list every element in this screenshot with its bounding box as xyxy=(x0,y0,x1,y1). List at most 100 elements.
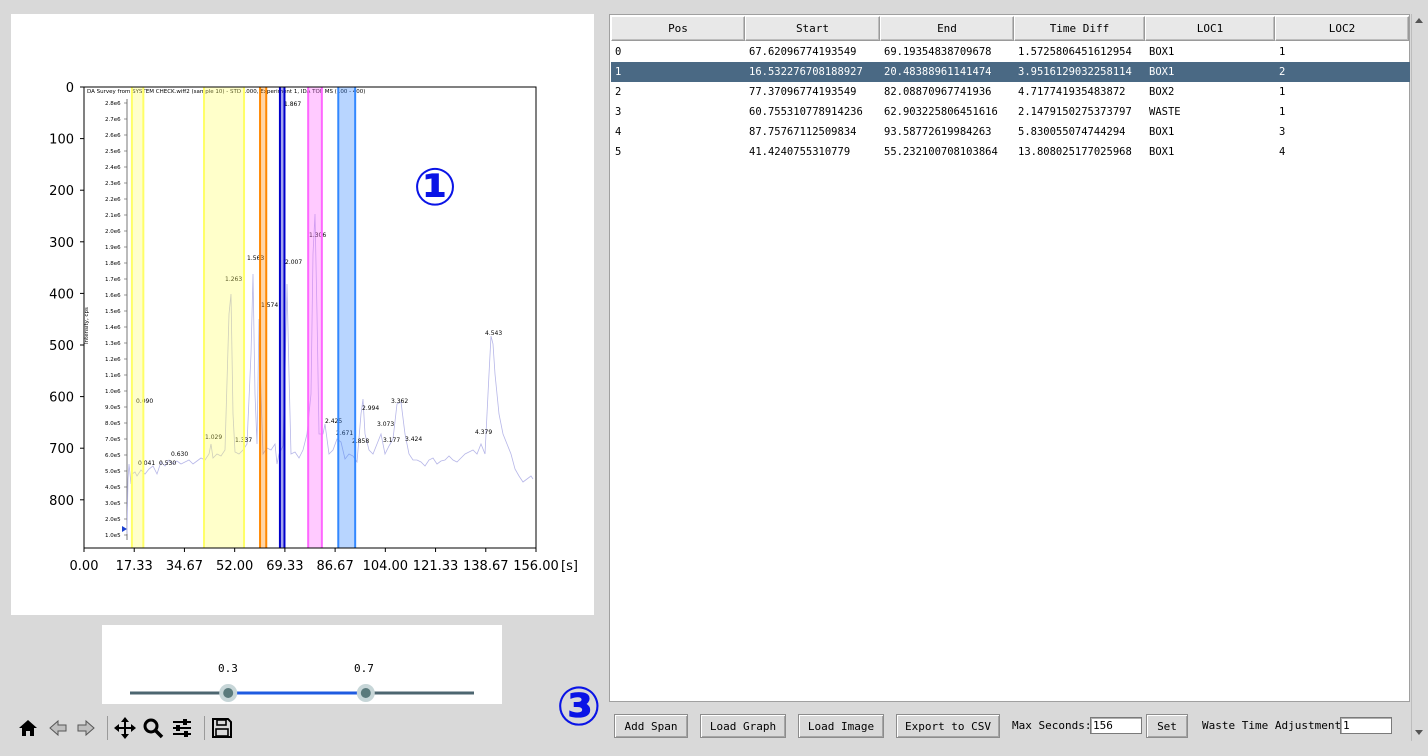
column-header-end[interactable]: End xyxy=(880,16,1014,41)
home-icon[interactable] xyxy=(14,712,42,744)
y-axis: 0 100 200 300 400 500 600 700 800 xyxy=(49,81,84,509)
table-row[interactable]: 0 67.62096774193549 69.19354838709678 1.572… xyxy=(611,42,1410,62)
table-row[interactable]: 1 16.532276708188927 20.48388961141474 3.95… xyxy=(611,62,1410,82)
table-cell-time-diff: 2.1479150275373797 xyxy=(1018,106,1132,118)
column-header-pos[interactable]: Pos xyxy=(611,16,745,41)
table-cell-loc2: 1 xyxy=(1279,46,1286,58)
peak-label: 0.530 xyxy=(159,460,176,467)
table-cell-loc1: BOX1 xyxy=(1149,146,1175,158)
range-slider[interactable] xyxy=(102,625,502,704)
table-row[interactable]: 4 87.75767112509834 93.58772619984263 5.830… xyxy=(611,122,1410,142)
image-ytick-label: 2.7e6 xyxy=(105,117,121,123)
range-slider-panel[interactable]: 0.3 0.7 xyxy=(102,625,502,704)
column-header-start[interactable]: Start xyxy=(745,16,880,41)
column-header-time-diff[interactable]: Time Diff xyxy=(1014,16,1145,41)
span-overlays xyxy=(130,87,357,548)
table-cell-end: 69.19354838709678 xyxy=(884,46,992,58)
x-tick-label: 0.00 xyxy=(70,559,99,574)
table-row[interactable]: 3 60.755310778914236 62.903225806451616 2.1… xyxy=(611,102,1410,122)
image-ytick-label: 2.0e6 xyxy=(105,229,121,235)
image-ytick-label: 1.1e6 xyxy=(105,373,121,379)
peak-label: 4.379 xyxy=(475,429,492,436)
y-tick-label: 800 xyxy=(49,494,74,509)
peak-label: 3.073 xyxy=(377,421,394,428)
table-cell-time-diff: 1.5725806451612954 xyxy=(1018,46,1132,58)
chromatogram-trace xyxy=(126,213,534,535)
image-ytick-label: 1.9e6 xyxy=(105,245,121,251)
image-ytick-label: 2.1e6 xyxy=(105,213,121,219)
image-ytick-label: 3.0e5 xyxy=(105,501,121,507)
table-cell-loc1: BOX1 xyxy=(1149,46,1175,58)
slider-low-handle-dot xyxy=(223,688,234,698)
table-cell-loc1: BOX2 xyxy=(1149,86,1175,98)
y-tick-label: 400 xyxy=(49,287,74,302)
plot-canvas[interactable]: DA Survey from SYSTEM CHECK.wiff2 (sampl… xyxy=(11,14,594,615)
y-tick-label: 300 xyxy=(49,236,74,251)
table-cell-pos: 3 xyxy=(615,106,622,118)
load-image-button[interactable]: Load Image xyxy=(798,714,884,738)
table-cell-start: 87.75767112509834 xyxy=(749,126,857,138)
table-cell-loc2: 2 xyxy=(1279,66,1286,78)
scroll-up-arrow-icon[interactable] xyxy=(1415,18,1423,23)
y-tick-label: 0 xyxy=(66,81,74,96)
waste-time-adjustment-label: Waste Time Adjustment: xyxy=(1202,719,1348,732)
x-tick-label: 52.00 xyxy=(216,559,253,574)
image-ytick-label: 1.3e6 xyxy=(105,341,121,347)
forward-arrow-icon[interactable] xyxy=(72,712,100,744)
image-arrow-marker xyxy=(122,526,127,532)
zoom-magnifier-icon[interactable] xyxy=(139,712,167,744)
load-graph-button[interactable]: Load Graph xyxy=(700,714,786,738)
image-ytick-label: 2.2e6 xyxy=(105,197,121,203)
table-cell-end: 20.48388961141474 xyxy=(884,66,992,78)
x-tick-label: 69.33 xyxy=(266,559,303,574)
peak-label: 4.543 xyxy=(485,330,502,337)
column-header-loc1[interactable]: LOC1 xyxy=(1145,16,1275,41)
table-cell-loc2: 3 xyxy=(1279,126,1286,138)
image-ytick-label: 1.2e6 xyxy=(105,357,121,363)
table-cell-end: 93.58772619984263 xyxy=(884,126,992,138)
table-cell-loc2: 1 xyxy=(1279,106,1286,118)
add-span-button[interactable]: Add Span xyxy=(614,714,688,738)
back-arrow-icon[interactable] xyxy=(44,712,72,744)
table-cell-end: 82.08870967741936 xyxy=(884,86,992,98)
peak-label: 1.867 xyxy=(284,101,301,108)
y-tick-label: 500 xyxy=(49,339,74,354)
image-ytick-label: 1.5e6 xyxy=(105,309,121,315)
peak-label: 0.630 xyxy=(171,451,188,458)
spans-table[interactable]: Pos Start End Time Diff LOC1 LOC2 0 67.62… xyxy=(609,14,1410,702)
image-ytick-label: 7.0e5 xyxy=(105,437,121,443)
slider-high-handle-dot xyxy=(360,688,371,698)
table-row[interactable]: 5 41.4240755310779 55.232100708103864 13.80… xyxy=(611,142,1410,162)
image-ytick-label: 2.4e6 xyxy=(105,165,121,171)
scroll-down-arrow-icon[interactable] xyxy=(1415,730,1423,735)
x-tick-label: 156.00 xyxy=(513,559,559,574)
x-tick-label: 121.33 xyxy=(413,559,459,574)
export-csv-button[interactable]: Export to CSV xyxy=(896,714,1000,738)
x-tick-label: 86.67 xyxy=(317,559,354,574)
pan-move-icon[interactable] xyxy=(111,712,139,744)
table-cell-time-diff: 3.9516129032258114 xyxy=(1018,66,1132,78)
max-seconds-input[interactable] xyxy=(1090,717,1142,734)
table-cell-start: 60.755310778914236 xyxy=(749,106,863,118)
image-ytick-label: 8.0e5 xyxy=(105,421,121,427)
table-cell-loc2: 1 xyxy=(1279,86,1286,98)
set-button[interactable]: Set xyxy=(1146,714,1188,738)
column-header-loc2[interactable]: LOC2 xyxy=(1275,16,1409,41)
image-ytick-label: 1.4e6 xyxy=(105,325,121,331)
table-cell-start: 77.37096774193549 xyxy=(749,86,857,98)
table-cell-pos: 4 xyxy=(615,126,622,138)
image-ytick-label: 2.5e6 xyxy=(105,149,121,155)
save-floppy-icon[interactable] xyxy=(208,712,236,744)
configure-subplots-icon[interactable] xyxy=(168,712,196,744)
image-ytick-label: 1.0e6 xyxy=(105,389,121,395)
peak-label: 3.362 xyxy=(391,398,408,405)
waste-time-adjustment-input[interactable] xyxy=(1340,717,1392,734)
image-ytick-label: 1.0e5 xyxy=(105,533,121,539)
table-cell-loc1: BOX1 xyxy=(1149,66,1175,78)
table-cell-time-diff: 13.808025177025968 xyxy=(1018,146,1132,158)
vertical-scrollbar[interactable] xyxy=(1411,14,1425,741)
plot-panel[interactable]: DA Survey from SYSTEM CHECK.wiff2 (sampl… xyxy=(11,14,594,615)
x-tick-label: 104.00 xyxy=(363,559,409,574)
table-cell-pos: 1 xyxy=(615,66,622,78)
table-row[interactable]: 2 77.37096774193549 82.08870967741936 4.717… xyxy=(611,82,1410,102)
